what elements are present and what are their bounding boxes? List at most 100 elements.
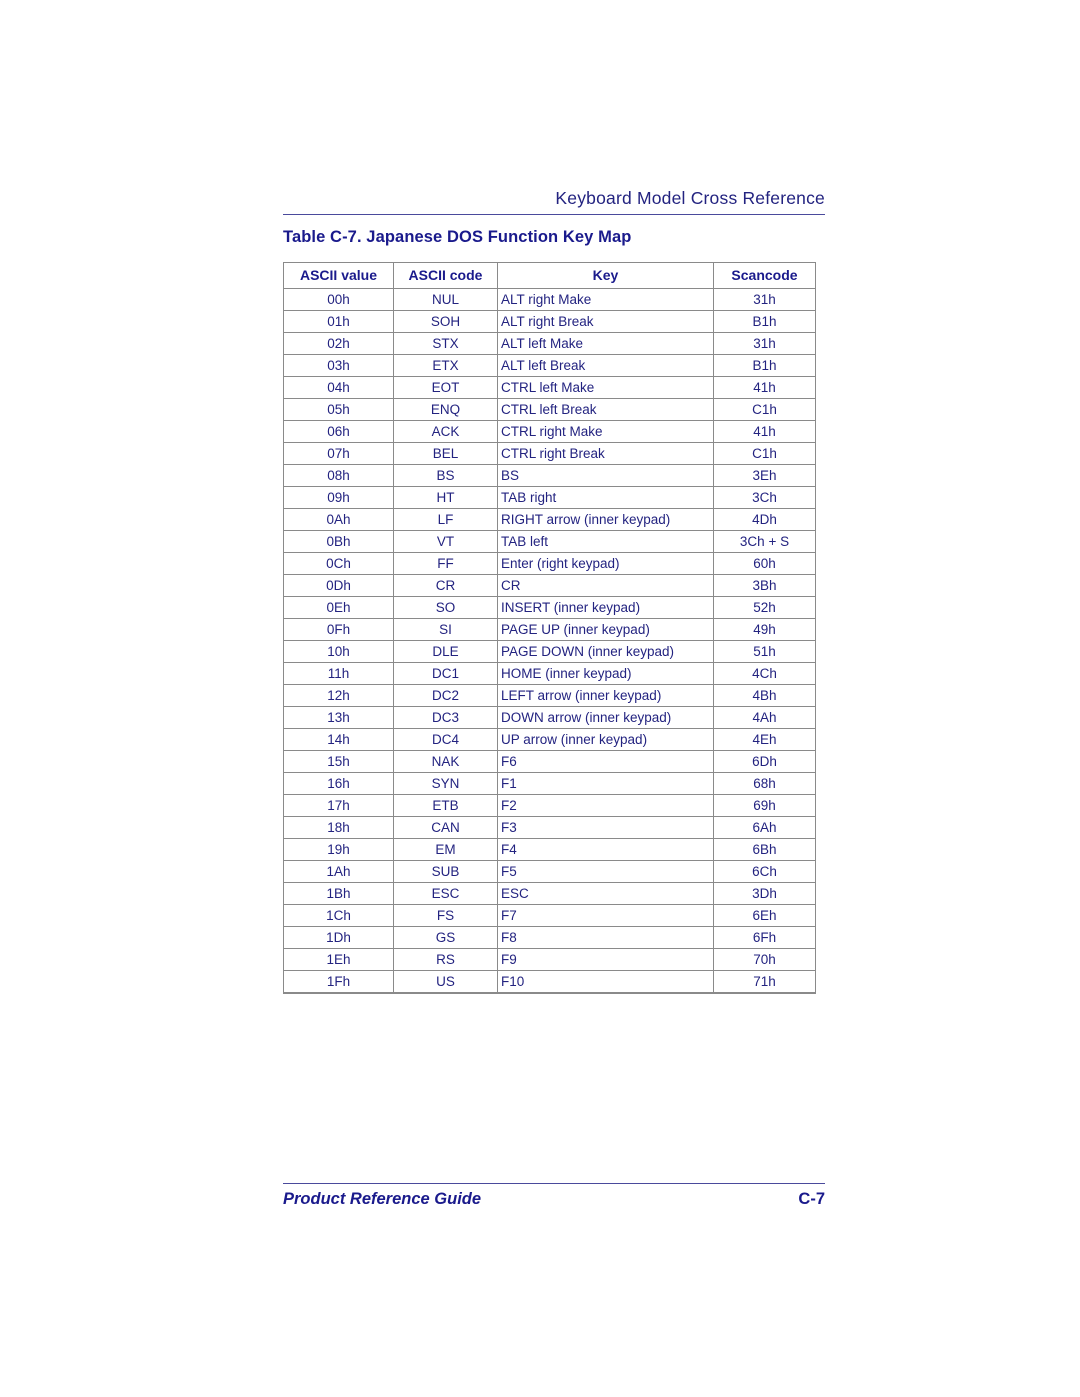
cell-ascii-value: 15h — [283, 750, 394, 773]
cell-ascii-value: 12h — [283, 684, 394, 707]
cell-ascii-code: BS — [393, 464, 498, 487]
table-row: 0Fh SI PAGE UP (inner keypad) 49h — [283, 618, 816, 641]
cell-ascii-value: 17h — [283, 794, 394, 817]
table-row: 0Dh CR CR 3Bh — [283, 574, 816, 597]
cell-ascii-value: 1Bh — [283, 882, 394, 905]
cell-key: PAGE DOWN (inner keypad) — [497, 640, 714, 663]
cell-key: ALT right Make — [497, 288, 714, 311]
table-row: 04h EOT CTRL left Make 41h — [283, 376, 816, 399]
cell-ascii-code: DC3 — [393, 706, 498, 729]
cell-scancode: 60h — [713, 552, 816, 575]
cell-ascii-value: 13h — [283, 706, 394, 729]
cell-ascii-value: 00h — [283, 288, 394, 311]
cell-key: CTRL left Break — [497, 398, 714, 421]
cell-key: F1 — [497, 772, 714, 795]
cell-key: UP arrow (inner keypad) — [497, 728, 714, 751]
column-header-scancode: Scancode — [713, 262, 816, 289]
cell-ascii-value: 07h — [283, 442, 394, 465]
cell-key: CTRL left Make — [497, 376, 714, 399]
cell-scancode: 6Ch — [713, 860, 816, 883]
cell-scancode: 4Bh — [713, 684, 816, 707]
table-row: 15h NAK F6 6Dh — [283, 750, 816, 773]
table-row: 18h CAN F3 6Ah — [283, 816, 816, 839]
table-row: 02h STX ALT left Make 31h — [283, 332, 816, 355]
cell-key: F6 — [497, 750, 714, 773]
cell-ascii-value: 11h — [283, 662, 394, 685]
cell-key: F5 — [497, 860, 714, 883]
cell-ascii-code: DC4 — [393, 728, 498, 751]
table-row: 0Bh VT TAB left 3Ch + S — [283, 530, 816, 553]
cell-key: Enter (right keypad) — [497, 552, 714, 575]
cell-ascii-value: 16h — [283, 772, 394, 795]
cell-key: ESC — [497, 882, 714, 905]
cell-ascii-value: 09h — [283, 486, 394, 509]
cell-ascii-code: HT — [393, 486, 498, 509]
cell-scancode: 69h — [713, 794, 816, 817]
cell-scancode: 4Ah — [713, 706, 816, 729]
cell-key: F7 — [497, 904, 714, 927]
table-row: 19h EM F4 6Bh — [283, 838, 816, 861]
table-row: 03h ETX ALT left Break B1h — [283, 354, 816, 377]
table-row: 07h BEL CTRL right Break C1h — [283, 442, 816, 465]
cell-ascii-value: 02h — [283, 332, 394, 355]
cell-key: BS — [497, 464, 714, 487]
table-row: 16h SYN F1 68h — [283, 772, 816, 795]
cell-ascii-value: 14h — [283, 728, 394, 751]
cell-key: ALT left Break — [497, 354, 714, 377]
cell-ascii-code: STX — [393, 332, 498, 355]
table-row: 14h DC4 UP arrow (inner keypad) 4Eh — [283, 728, 816, 751]
cell-scancode: C1h — [713, 398, 816, 421]
cell-ascii-code: DC2 — [393, 684, 498, 707]
cell-key: F3 — [497, 816, 714, 839]
cell-ascii-value: 0Dh — [283, 574, 394, 597]
cell-key: F9 — [497, 948, 714, 971]
cell-ascii-value: 04h — [283, 376, 394, 399]
table-row: 01h SOH ALT right Break B1h — [283, 310, 816, 333]
cell-ascii-code: EM — [393, 838, 498, 861]
cell-key: CTRL right Make — [497, 420, 714, 443]
cell-key: CTRL right Break — [497, 442, 714, 465]
cell-ascii-code: SYN — [393, 772, 498, 795]
table-row: 09h HT TAB right 3Ch — [283, 486, 816, 509]
cell-key: HOME (inner keypad) — [497, 662, 714, 685]
cell-scancode: 4Dh — [713, 508, 816, 531]
column-header-ascii-code: ASCII code — [393, 262, 498, 289]
cell-ascii-code: ETX — [393, 354, 498, 377]
cell-scancode: 68h — [713, 772, 816, 795]
cell-scancode: 41h — [713, 376, 816, 399]
cell-scancode: 41h — [713, 420, 816, 443]
cell-ascii-value: 1Eh — [283, 948, 394, 971]
cell-key: RIGHT arrow (inner keypad) — [497, 508, 714, 531]
cell-ascii-value: 1Ch — [283, 904, 394, 927]
cell-ascii-code: CAN — [393, 816, 498, 839]
cell-ascii-value: 1Dh — [283, 926, 394, 949]
cell-scancode: B1h — [713, 354, 816, 377]
cell-scancode: 3Ch — [713, 486, 816, 509]
table-row: 11h DC1 HOME (inner keypad) 4Ch — [283, 662, 816, 685]
cell-scancode: 71h — [713, 970, 816, 994]
table-body: 00h NUL ALT right Make 31h 01h SOH ALT right B… — [283, 288, 816, 994]
cell-ascii-code: EOT — [393, 376, 498, 399]
cell-key: TAB left — [497, 530, 714, 553]
cell-ascii-code: SI — [393, 618, 498, 641]
cell-ascii-code: ENQ — [393, 398, 498, 421]
cell-key: LEFT arrow (inner keypad) — [497, 684, 714, 707]
cell-ascii-value: 06h — [283, 420, 394, 443]
cell-scancode: 70h — [713, 948, 816, 971]
table-row: 00h NUL ALT right Make 31h — [283, 288, 816, 311]
cell-scancode: 6Bh — [713, 838, 816, 861]
japanese-dos-function-key-map-table: ASCII value ASCII code Key Scancode 00h N… — [283, 262, 816, 994]
cell-ascii-code: LF — [393, 508, 498, 531]
cell-scancode: 6Dh — [713, 750, 816, 773]
cell-ascii-code: GS — [393, 926, 498, 949]
column-header-ascii-value: ASCII value — [283, 262, 394, 289]
table-row: 0Ch FF Enter (right keypad) 60h — [283, 552, 816, 575]
footer-page-number: C-7 — [798, 1190, 825, 1208]
cell-ascii-value: 19h — [283, 838, 394, 861]
cell-scancode: 4Eh — [713, 728, 816, 751]
cell-scancode: 3Bh — [713, 574, 816, 597]
cell-ascii-code: DC1 — [393, 662, 498, 685]
cell-ascii-code: US — [393, 970, 498, 994]
document-page: Keyboard Model Cross Reference Table C-7… — [0, 0, 1080, 1397]
table-row: 1Ah SUB F5 6Ch — [283, 860, 816, 883]
